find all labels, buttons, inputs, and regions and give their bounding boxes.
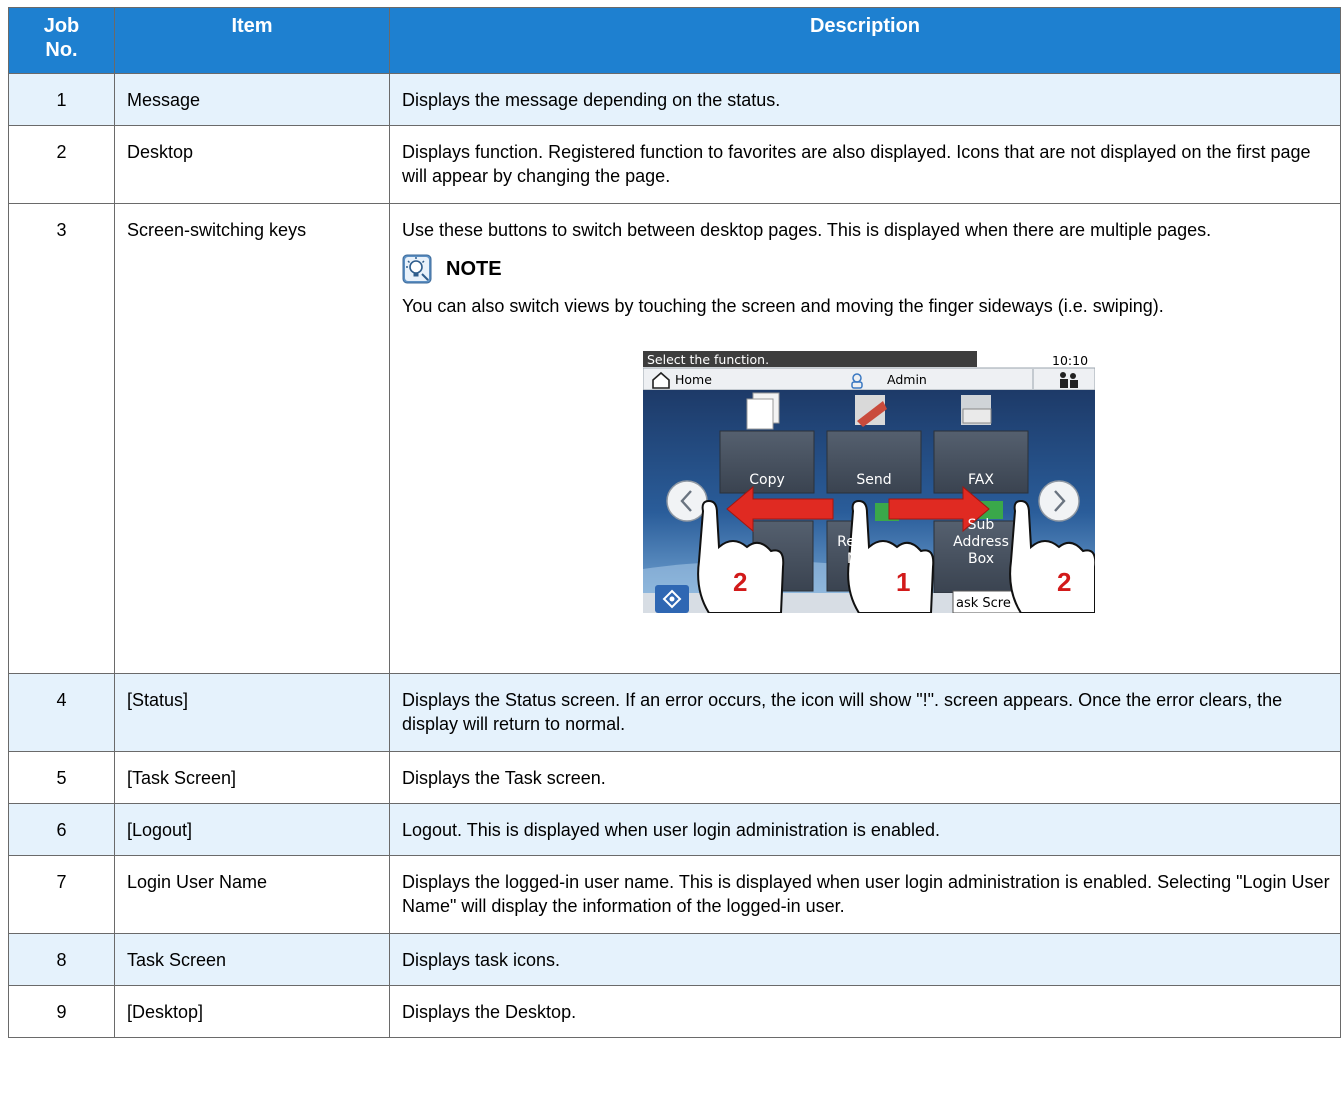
table-row: 1 Message Displays the message depending…	[8, 73, 1341, 126]
header-job-no: Job No.	[8, 7, 115, 74]
swipe-number-right: 2	[1057, 566, 1072, 597]
row-number: 6	[8, 803, 115, 856]
row-number: 5	[8, 751, 115, 804]
panel-illustration: Select the function. 10:10 Home Admin Co…	[643, 350, 1095, 613]
row-number: 4	[8, 673, 115, 752]
note-heading: NOTE	[402, 254, 1330, 284]
row-description: Displays the Desktop.	[389, 985, 1341, 1038]
row-item: Screen-switching keys	[114, 203, 390, 674]
row-item: Task Screen	[114, 933, 390, 986]
row-number: 7	[8, 855, 115, 934]
row-item: Message	[114, 73, 390, 126]
table-row: 4 [Status] Displays the Status screen. I…	[8, 673, 1341, 752]
row-number: 8	[8, 933, 115, 986]
swipe-number-center: 1	[896, 566, 911, 597]
row-item: Login User Name	[114, 855, 390, 934]
row-item: [Desktop]	[114, 985, 390, 1038]
fax-button[interactable]: FAX	[934, 471, 1028, 490]
row-description: Displays the logged-in user name. This i…	[389, 855, 1341, 934]
row-description: Use these buttons to switch between desk…	[402, 220, 1212, 240]
table-header-row: Job No. Item Description	[8, 7, 1341, 74]
header-description: Description	[389, 7, 1341, 74]
row-number: 3	[8, 203, 115, 674]
m-button[interactable]: M	[831, 550, 875, 569]
note-body: You can also switch views by touching th…	[402, 296, 1164, 317]
table-row: 6 [Logout] Logout. This is displayed whe…	[8, 803, 1341, 856]
description-table: Job No. Item Description 1 Message Displ…	[8, 7, 1341, 1038]
panel-time: 10:10	[1052, 352, 1089, 368]
table-row: 7 Login User Name Displays the logged-in…	[8, 855, 1341, 934]
row-number: 2	[8, 125, 115, 204]
table-row: 5 [Task Screen] Displays the Task screen…	[8, 751, 1341, 804]
lightbulb-icon	[402, 254, 432, 284]
table-row: 8 Task Screen Displays task icons.	[8, 933, 1341, 986]
swipe-number-left: 2	[733, 566, 748, 597]
row-number: 9	[8, 985, 115, 1038]
header-item: Item	[114, 7, 390, 74]
table-row: 2 Desktop Displays function. Registered …	[8, 125, 1341, 204]
row-item: [Task Screen]	[114, 751, 390, 804]
row-description: Displays the Task screen.	[389, 751, 1341, 804]
copy-button[interactable]: Copy	[720, 471, 814, 490]
row-description-cell: Use these buttons to switch between desk…	[389, 203, 1341, 674]
panel-home-label[interactable]: Home	[675, 371, 712, 388]
row-description: Displays the Status screen. If an error …	[389, 673, 1341, 752]
row-item: [Status]	[114, 673, 390, 752]
table-row: 3 Screen-switching keys Use these button…	[8, 203, 1341, 674]
table-row: 9 [Desktop] Displays the Desktop.	[8, 985, 1341, 1038]
row-description: Logout. This is displayed when user logi…	[389, 803, 1341, 856]
panel-user-label[interactable]: Admin	[887, 371, 927, 388]
row-item: Desktop	[114, 125, 390, 204]
sub-address-box-button[interactable]: Sub Address Box	[934, 517, 1028, 568]
send-button[interactable]: Send	[827, 471, 921, 490]
row-item: [Logout]	[114, 803, 390, 856]
row-description: Displays the message depending on the st…	[389, 73, 1341, 126]
row-description: Displays task icons.	[389, 933, 1341, 986]
row-number: 1	[8, 73, 115, 126]
note-title: NOTE	[446, 257, 502, 280]
row-description: Displays function. Registered function t…	[389, 125, 1341, 204]
task-screen-button[interactable]: ask Scre	[956, 595, 1011, 613]
panel-message: Select the function.	[647, 351, 770, 367]
